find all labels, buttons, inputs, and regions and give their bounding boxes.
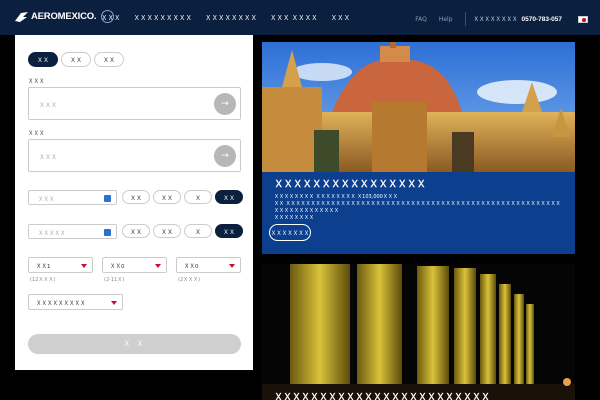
return-time-option[interactable]: ＸＸ — [122, 224, 150, 238]
children-hint: (2-11Ｘ) — [104, 277, 125, 283]
japan-flag-icon[interactable] — [578, 15, 588, 23]
trip-type-oneway[interactable]: ＸＸ — [61, 52, 91, 67]
origin-placeholder: ＸＸＸ — [39, 102, 58, 109]
calendar-icon — [104, 194, 111, 202]
children-value: ＸＸ0 — [110, 264, 125, 270]
promo-description: ＸＸＸＸＸＸＸＸ ＸＸＸＸＸＸＸＸ Ｘ103,000ＸＸＸ ＸＸ ＸＸＸＸＸＸＸ… — [274, 194, 564, 222]
promo-card-cathedral[interactable]: ＸＸＸＸＸＸＸＸＸＸＸＸＸＸＸＸ ＸＸＸＸＸＸＸＸ ＸＸＸＸＸＸＸＸ Ｘ103,… — [262, 42, 575, 254]
aeromexico-logo[interactable]: AEROMEXICO. — [14, 10, 115, 23]
chevron-down-icon — [229, 264, 235, 268]
infants-hint: (2ＸＸＸ) — [178, 277, 201, 283]
depart-time-option-selected[interactable]: ＸＸ — [215, 190, 243, 204]
origin-arrow-icon[interactable]: → — [214, 93, 236, 115]
calendar-icon — [104, 228, 111, 236]
phone-number[interactable]: 0570-783-057 — [522, 16, 562, 23]
booking-panel: ＸＸ ＸＸ ＸＸ ＸＸＸ ＸＸＸ → ＸＸＸ ＸＸＸ → ＸＸＸ ＸＸ ＸＸ Ｘ… — [15, 35, 253, 370]
destination-field[interactable]: ＸＸＸ → — [28, 139, 241, 172]
depart-date-placeholder: ＸＸＸ — [38, 196, 55, 203]
return-time-option[interactable]: Ｘ — [184, 224, 212, 238]
trip-type-roundtrip[interactable]: ＸＸ — [28, 52, 58, 67]
promo-card-aqueduct[interactable]: ＸＸＸＸＸＸＸＸＸＸＸＸＸＸＸＸＸＸＸＸＸＸＸＸ — [262, 264, 575, 400]
chevron-down-icon — [111, 301, 117, 305]
top-header: AEROMEXICO. ＸＸＸ ＸＸＸＸＸＸＸＸＸ ＸＸＸＸＸＸＸＸ ＸＸＸ Ｘ… — [0, 0, 600, 35]
destination-placeholder: ＸＸＸ — [39, 154, 58, 161]
nav-item-4[interactable]: ＸＸＸ ＸＸＸＸ — [270, 12, 318, 22]
phone-label: ＸＸＸＸＸＸＸＸ — [473, 17, 518, 23]
promo-title: ＸＸＸＸＸＸＸＸＸＸＸＸＸＸＸＸ — [274, 179, 427, 190]
adults-value: ＸＸ1 — [36, 264, 51, 270]
return-time-option-selected[interactable]: ＸＸ — [215, 224, 243, 238]
infants-select[interactable]: ＸＸ0 — [176, 257, 241, 273]
promo-desc-line: ＸＸ ＸＸＸＸＸＸＸＸＸＸＸＸＸＸＸＸＸＸＸＸＸＸＸＸＸＸＸＸＸＸＸＸＸＸＸＸＸ… — [274, 201, 561, 214]
infants-value: ＸＸ0 — [184, 264, 199, 270]
utility-links: FAQ Help ＸＸＸＸＸＸＸＸ 0570-783-057 — [415, 12, 588, 26]
nav-item-3[interactable]: ＸＸＸＸＸＸＸＸ — [205, 12, 257, 22]
return-time-options: ＸＸ ＸＸ Ｘ ＸＸ — [122, 224, 246, 238]
promo-desc-line: ＸＸＸＸＸＸＸＸ — [274, 215, 315, 221]
help-link[interactable]: Help — [439, 16, 453, 23]
eagle-logo-icon — [15, 11, 28, 22]
divider — [464, 12, 466, 26]
cathedral-photo — [262, 42, 575, 172]
trip-type-multi[interactable]: ＸＸ — [94, 52, 124, 67]
search-button[interactable]: Ｘ Ｘ — [28, 334, 241, 354]
return-date-placeholder: ＸＸＸＸＸ — [38, 230, 66, 237]
cabin-value: ＸＸＸＸＸＸＸＸＸ — [36, 301, 86, 307]
return-time-option[interactable]: ＸＸ — [153, 224, 181, 238]
chevron-down-icon — [81, 264, 87, 268]
destination-arrow-icon[interactable]: → — [214, 145, 236, 167]
faq-link[interactable]: FAQ — [415, 16, 427, 23]
depart-time-option[interactable]: ＸＸ — [153, 190, 181, 204]
depart-time-option[interactable]: ＸＸ — [122, 190, 150, 204]
adults-select[interactable]: ＸＸ1 — [28, 257, 93, 273]
return-date-input[interactable]: ＸＸＸＸＸ — [28, 224, 117, 239]
from-label: ＸＸＸ — [28, 79, 45, 85]
promo-details-button[interactable]: ＸＸＸＸＸＸＸ — [269, 224, 311, 241]
depart-time-option[interactable]: Ｘ — [184, 190, 212, 204]
promo2-title: ＸＸＸＸＸＸＸＸＸＸＸＸＸＸＸＸＸＸＸＸＸＸＸＸ — [274, 393, 491, 400]
children-select[interactable]: ＸＸ0 — [102, 257, 167, 273]
nav-item-1[interactable]: ＸＸＸ — [101, 12, 121, 22]
depart-time-options: ＸＸ ＸＸ Ｘ ＸＸ — [122, 190, 246, 204]
nav-item-2[interactable]: ＸＸＸＸＸＸＸＸＸ — [134, 12, 193, 22]
nav-item-5[interactable]: ＸＸＸ — [331, 12, 351, 22]
main-nav: ＸＸＸ ＸＸＸＸＸＸＸＸＸ ＸＸＸＸＸＸＸＸ ＸＸＸ ＸＸＸＸ ＸＸＸ — [101, 12, 363, 22]
origin-field[interactable]: ＸＸＸ → — [28, 87, 241, 120]
aqueduct-photo — [262, 264, 575, 400]
trip-type-tabs: ＸＸ ＸＸ ＸＸ — [28, 52, 127, 67]
brand-name: AEROMEXICO. — [31, 11, 97, 22]
cabin-select[interactable]: ＸＸＸＸＸＸＸＸＸ — [28, 294, 123, 310]
chevron-down-icon — [155, 264, 161, 268]
promo-desc-line: ＸＸＸＸＸＸＸＸ ＸＸＸＸＸＸＸＸ Ｘ103,000ＸＸＸ — [274, 194, 398, 200]
depart-date-input[interactable]: ＸＸＸ — [28, 190, 117, 205]
adults-hint: (12ＸＸＸ) — [30, 277, 56, 283]
to-label: ＸＸＸ — [28, 131, 45, 137]
